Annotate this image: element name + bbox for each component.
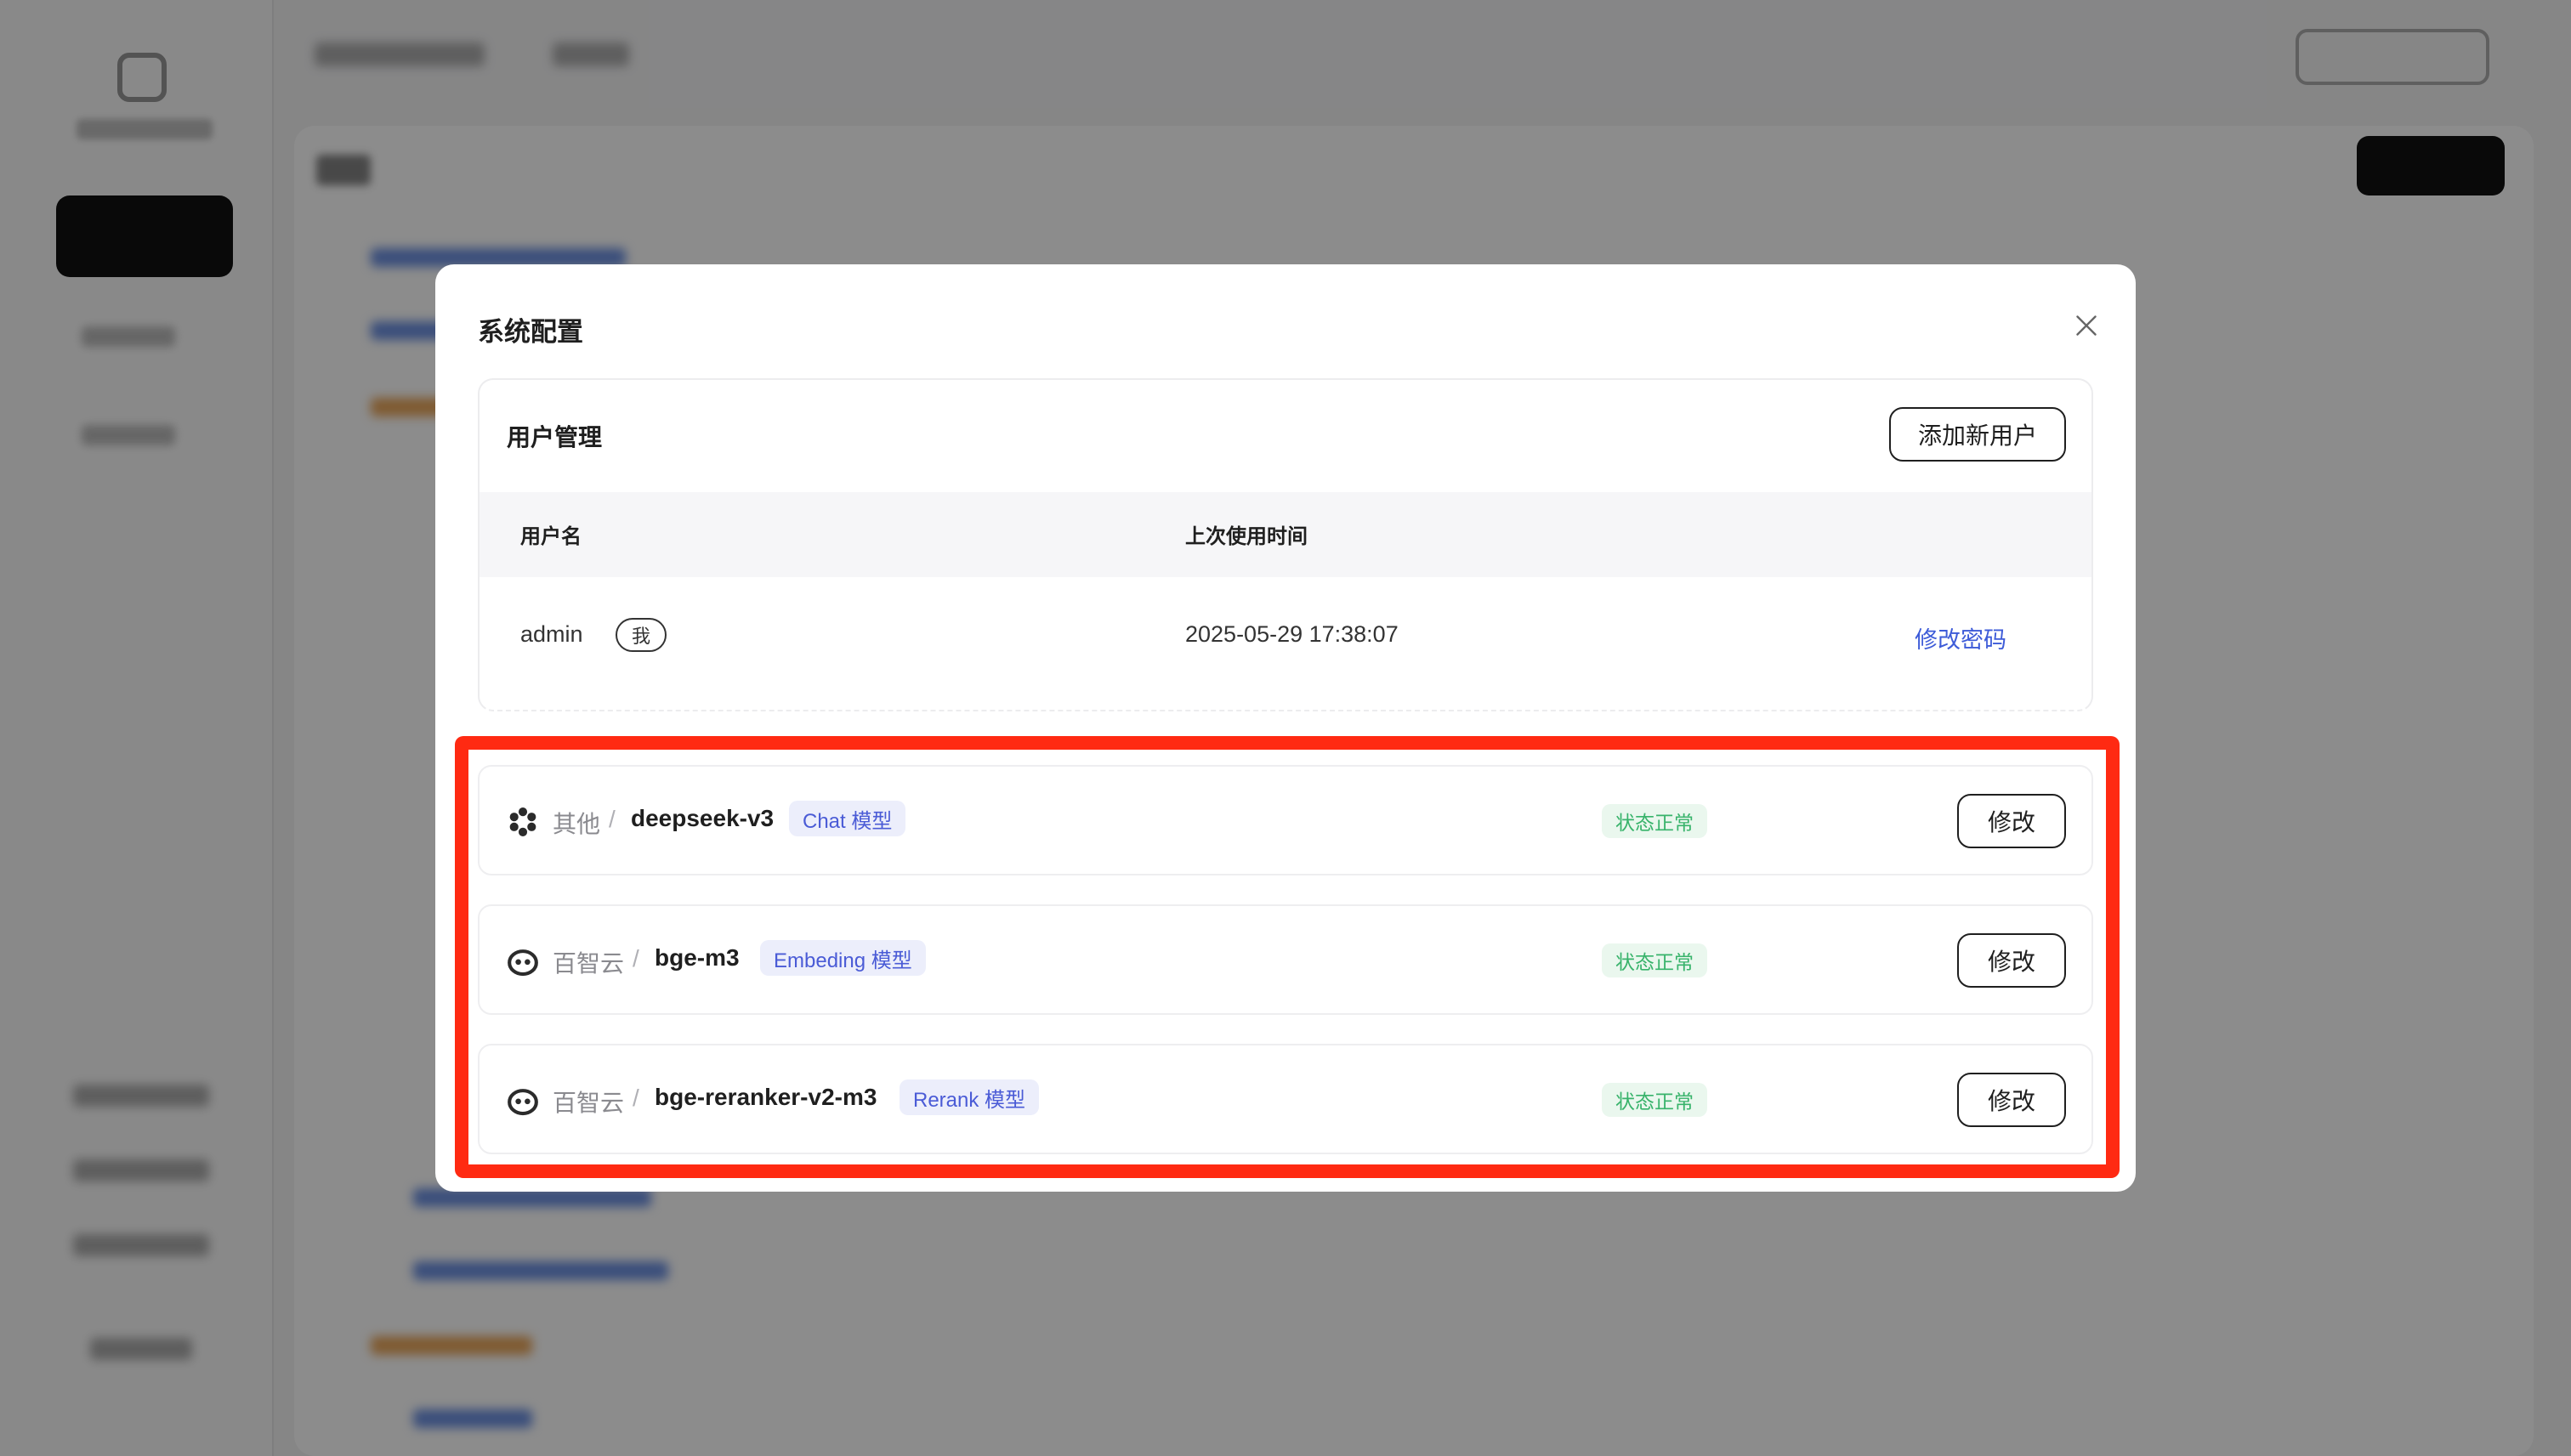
model-card-deepseek: 其他 / deepseek-v3 Chat 模型 状态正常 修改 bbox=[478, 765, 2093, 875]
section-title: 用户管理 bbox=[507, 424, 603, 450]
close-icon bbox=[2076, 315, 2097, 336]
model-type-tag: Embeding 模型 bbox=[760, 940, 926, 976]
current-user-badge: 我 bbox=[616, 618, 667, 652]
model-type-tag: Chat 模型 bbox=[789, 801, 906, 836]
status-badge: 状态正常 bbox=[1602, 1083, 1707, 1117]
edit-model-button[interactable]: 修改 bbox=[1957, 933, 2066, 988]
model-provider: 其他 bbox=[553, 811, 601, 837]
status-badge: 状态正常 bbox=[1602, 943, 1707, 977]
edit-model-button[interactable]: 修改 bbox=[1957, 794, 2066, 848]
model-provider: 百智云 bbox=[553, 1090, 625, 1116]
deepseek-hexagon-icon bbox=[509, 807, 536, 836]
model-card-bge-m3: 百智云 / bge-m3 Embeding 模型 状态正常 修改 bbox=[478, 904, 2093, 1015]
table-header: 用户名 上次使用时间 bbox=[480, 492, 2091, 577]
separator: / bbox=[609, 806, 616, 832]
change-password-link[interactable]: 修改密码 bbox=[1915, 621, 2006, 654]
model-name: bge-m3 bbox=[655, 944, 740, 971]
model-card-bge-reranker: 百智云 / bge-reranker-v2-m3 Rerank 模型 状态正常 … bbox=[478, 1044, 2093, 1154]
dialog-title: 系统配置 bbox=[478, 317, 583, 347]
separator: / bbox=[633, 945, 639, 972]
separator: / bbox=[633, 1085, 639, 1111]
user-management-section: 用户管理 添加新用户 用户名 上次使用时间 admin 我 2025-05-29… bbox=[478, 378, 2093, 711]
table-row: admin 我 2025-05-29 17:38:07 修改密码 bbox=[480, 577, 2091, 701]
column-header-username: 用户名 bbox=[520, 525, 582, 548]
close-button[interactable] bbox=[2071, 310, 2102, 341]
baizhi-cloud-icon bbox=[508, 949, 538, 977]
model-name: bge-reranker-v2-m3 bbox=[655, 1084, 877, 1110]
last-used-cell: 2025-05-29 17:38:07 bbox=[1185, 621, 1399, 647]
baizhi-cloud-icon bbox=[508, 1089, 538, 1116]
model-type-tag: Rerank 模型 bbox=[900, 1079, 1040, 1115]
add-user-button[interactable]: 添加新用户 bbox=[1889, 407, 2066, 462]
column-header-last-used: 上次使用时间 bbox=[1185, 525, 1308, 548]
status-badge: 状态正常 bbox=[1602, 804, 1707, 838]
username-cell: admin bbox=[520, 621, 583, 647]
model-provider: 百智云 bbox=[553, 950, 625, 977]
model-name: deepseek-v3 bbox=[631, 805, 775, 831]
edit-model-button[interactable]: 修改 bbox=[1957, 1073, 2066, 1127]
